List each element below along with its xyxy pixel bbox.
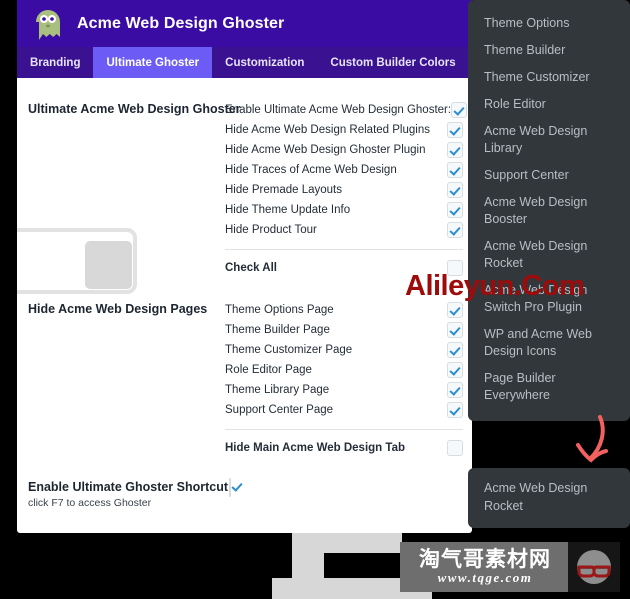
- divider: [225, 429, 463, 430]
- checkbox-support-center-page[interactable]: [447, 402, 463, 418]
- section-heading-ultimate-ghoster: Ultimate Acme Web Design Ghoster: [28, 102, 241, 116]
- red-watermark-text: Alileyun.Com: [405, 270, 585, 302]
- site-logo-watermark: 淘气哥素材网 www.tqge.com: [400, 542, 620, 592]
- checkbox-hide-theme-update-info[interactable]: [447, 202, 463, 218]
- menu-item-page-builder-everywhere[interactable]: Page Builder Everywhere: [468, 365, 630, 409]
- option-label: Hide Traces of Acme Web Design: [225, 164, 397, 176]
- checkbox-theme-options-page[interactable]: [447, 302, 463, 318]
- ghost-icon: [33, 8, 63, 40]
- checkbox-theme-customizer-page[interactable]: [447, 342, 463, 358]
- option-row-hide-related-plugins[interactable]: Hide Acme Web Design Related Plugins: [225, 120, 463, 140]
- option-label: Theme Builder Page: [225, 324, 330, 336]
- option-row-hide-main-tab[interactable]: Hide Main Acme Web Design Tab: [225, 438, 463, 458]
- checkbox-hide-traces[interactable]: [447, 162, 463, 178]
- menu-item-library[interactable]: Acme Web Design Library: [468, 118, 630, 162]
- checkbox-hide-product-tour[interactable]: [447, 222, 463, 238]
- app-title: Acme Web Design Ghoster: [77, 14, 285, 32]
- option-label: Enable Ultimate Acme Web Design Ghoster:: [225, 104, 452, 116]
- preview-placeholder-box: [17, 228, 137, 294]
- menu-item-theme-builder[interactable]: Theme Builder: [468, 37, 630, 64]
- option-label: Hide Acme Web Design Related Plugins: [225, 124, 430, 136]
- option-row-hide-ghoster-plugin[interactable]: Hide Acme Web Design Ghoster Plugin: [225, 140, 463, 160]
- checkbox-hide-premade-layouts[interactable]: [447, 182, 463, 198]
- option-label: Hide Theme Update Info: [225, 204, 351, 216]
- option-row-support-center-page[interactable]: Support Center Page: [225, 400, 463, 420]
- option-row-theme-builder-page[interactable]: Theme Builder Page: [225, 320, 463, 340]
- option-row-theme-customizer-page[interactable]: Theme Customizer Page: [225, 340, 463, 360]
- plugin-settings-card: Acme Web Design Ghoster Branding Ultimat…: [17, 0, 472, 533]
- preview-placeholder-inner: [85, 241, 132, 289]
- option-row-hide-traces[interactable]: Hide Traces of Acme Web Design: [225, 160, 463, 180]
- shortcut-label: Enable Ultimate Ghoster Shortcut: [28, 480, 229, 494]
- checkbox-theme-builder-page[interactable]: [447, 322, 463, 338]
- checkbox-hide-main-tab[interactable]: [447, 440, 463, 456]
- divider: [225, 249, 463, 250]
- checkbox-enable-shortcut[interactable]: [229, 478, 231, 497]
- option-label: Hide Product Tour: [225, 224, 317, 236]
- admin-menu-panel: Theme Options Theme Builder Theme Custom…: [468, 0, 630, 421]
- option-row-theme-options-page[interactable]: Theme Options Page: [225, 300, 463, 320]
- app-header: Acme Web Design Ghoster: [17, 0, 472, 47]
- menu-item-theme-customizer[interactable]: Theme Customizer: [468, 64, 630, 91]
- settings-body: Ultimate Acme Web Design Ghoster Enable …: [17, 78, 472, 533]
- menu-item-role-editor[interactable]: Role Editor: [468, 91, 630, 118]
- option-row-role-editor-page[interactable]: Role Editor Page: [225, 360, 463, 380]
- option-label: Hide Main Acme Web Design Tab: [225, 442, 405, 454]
- option-label: Theme Library Page: [225, 384, 330, 396]
- option-row-theme-library-page[interactable]: Theme Library Page: [225, 380, 463, 400]
- option-row-hide-product-tour[interactable]: Hide Product Tour: [225, 220, 463, 240]
- menu-item-theme-options[interactable]: Theme Options: [468, 10, 630, 37]
- tab-ultimate-ghoster[interactable]: Ultimate Ghoster: [93, 47, 213, 78]
- section-heading-hide-pages: Hide Acme Web Design Pages: [28, 302, 208, 316]
- options-group-ultimate-ghoster: Enable Ultimate Acme Web Design Ghoster:…: [225, 100, 468, 278]
- menu-tooltip-rocket: Acme Web Design Rocket: [468, 468, 630, 528]
- watermark-chinese-text: 淘气哥素材网: [419, 547, 551, 571]
- checkbox-theme-library-page[interactable]: [447, 382, 463, 398]
- tab-custom-builder-colors[interactable]: Custom Builder Colors: [317, 47, 468, 78]
- option-label: Hide Premade Layouts: [225, 184, 342, 196]
- option-row-hide-theme-update-info[interactable]: Hide Theme Update Info: [225, 200, 463, 220]
- option-row-enable-ultimate-ghoster[interactable]: Enable Ultimate Acme Web Design Ghoster:: [225, 100, 468, 120]
- menu-item-support-center[interactable]: Support Center: [468, 162, 630, 189]
- curved-down-arrow-icon: [570, 415, 612, 472]
- glasses-icon: [568, 542, 620, 592]
- option-row-hide-premade-layouts[interactable]: Hide Premade Layouts: [225, 180, 463, 200]
- checkbox-hide-related-plugins[interactable]: [447, 122, 463, 138]
- options-group-hide-pages: Theme Options Page Theme Builder Page Th…: [225, 300, 463, 458]
- checkbox-enable-ultimate-ghoster[interactable]: [451, 102, 468, 118]
- option-label: Support Center Page: [225, 404, 334, 416]
- option-label: Hide Acme Web Design Ghoster Plugin: [225, 144, 426, 156]
- option-label: Theme Customizer Page: [225, 344, 353, 356]
- option-label: Role Editor Page: [225, 364, 312, 376]
- tab-bar: Branding Ultimate Ghoster Customization …: [17, 47, 472, 78]
- option-label: Check All: [225, 262, 277, 274]
- menu-item-wp-icons[interactable]: WP and Acme Web Design Icons: [468, 321, 630, 365]
- tab-branding[interactable]: Branding: [17, 47, 93, 78]
- tab-customization[interactable]: Customization: [212, 47, 317, 78]
- option-label: Theme Options Page: [225, 304, 334, 316]
- watermark-url-text: www.tqge.com: [437, 570, 533, 585]
- menu-item-booster[interactable]: Acme Web Design Booster: [468, 189, 630, 233]
- shortcut-hint: click F7 to access Ghoster: [28, 497, 152, 509]
- checkbox-role-editor-page[interactable]: [447, 362, 463, 378]
- checkbox-hide-ghoster-plugin[interactable]: [447, 142, 463, 158]
